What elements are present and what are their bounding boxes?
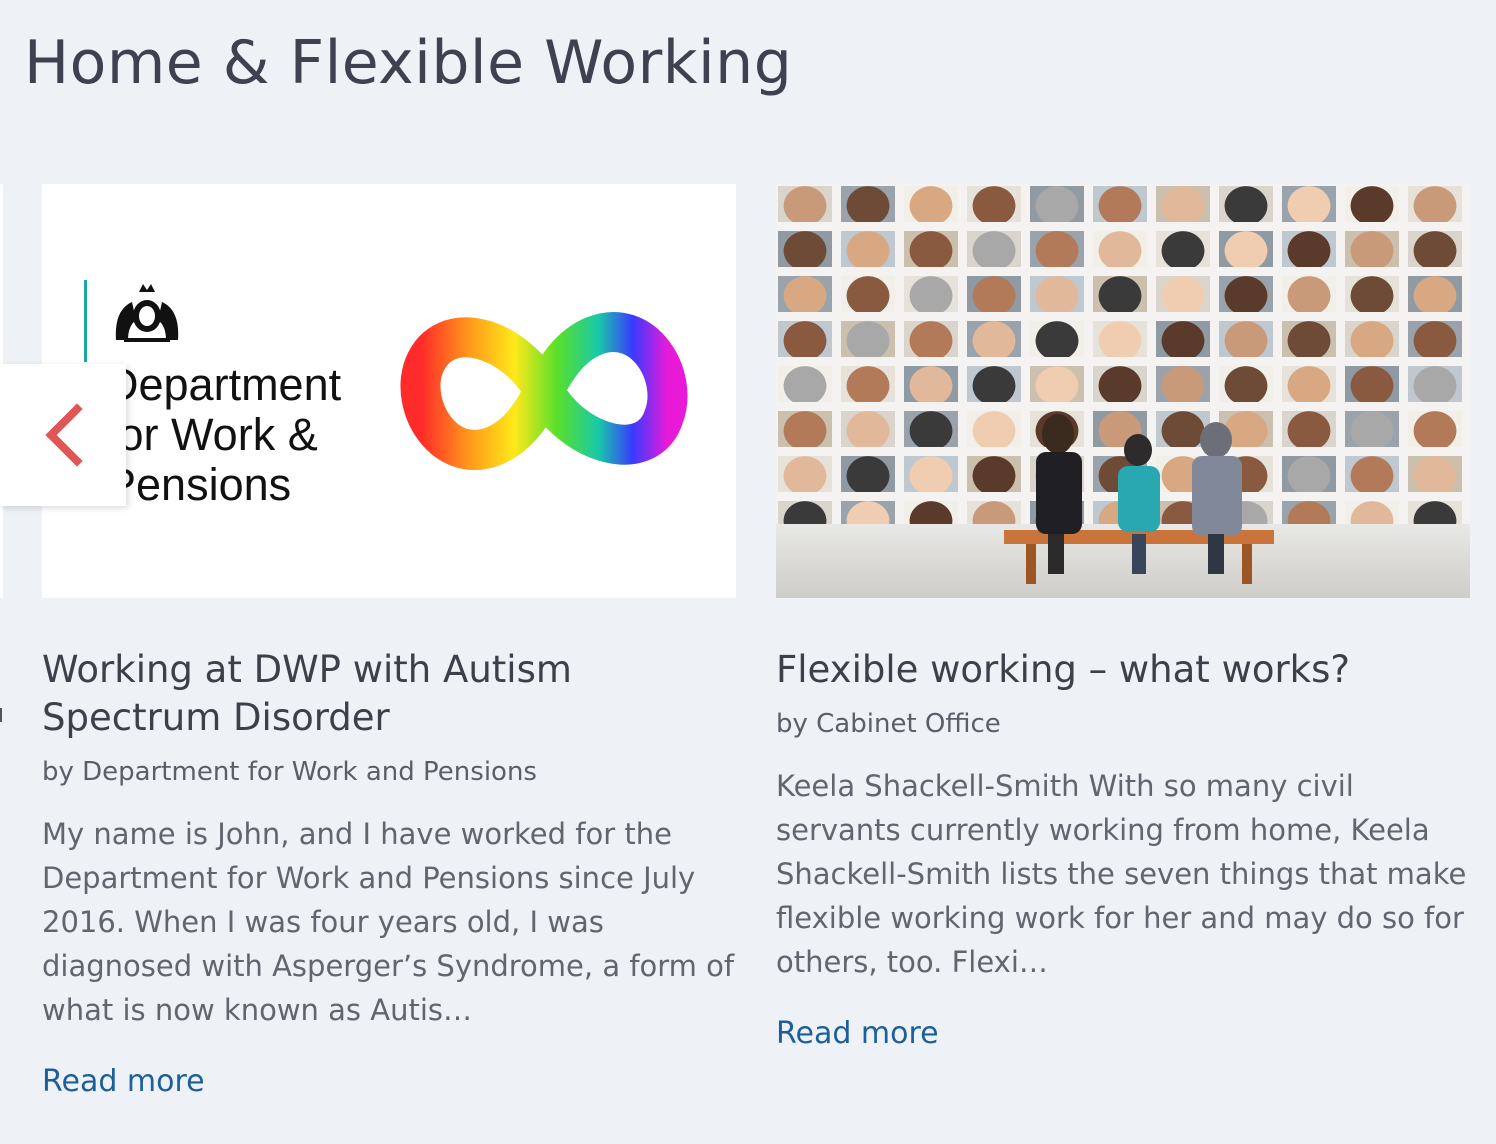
- article-thumbnail[interactable]: Department for Work & Pensions: [42, 184, 736, 598]
- face-photo-tile: [904, 366, 958, 402]
- face-photo-tile: [1156, 366, 1210, 402]
- face-photo-tile: [904, 231, 958, 267]
- face-photo-tile: [1282, 231, 1336, 267]
- face-photo-tile: [778, 411, 832, 447]
- face-photo-tile: [1219, 366, 1273, 402]
- face-photo-tile: [1030, 186, 1084, 222]
- face-photo-tile: [778, 186, 832, 222]
- face-photo-tile: [778, 231, 832, 267]
- face-photo-tile: [967, 231, 1021, 267]
- face-photo-tile: [778, 276, 832, 312]
- face-photo-tile: [1030, 321, 1084, 357]
- face-photo-tile: [1345, 456, 1399, 492]
- face-photo-tile: [1345, 186, 1399, 222]
- face-photo-tile: [1408, 366, 1462, 402]
- face-photo-tile: [778, 456, 832, 492]
- face-photo-tile: [778, 366, 832, 402]
- face-photo-tile: [778, 321, 832, 357]
- face-photo-tile: [841, 231, 895, 267]
- face-photo-tile: [1093, 366, 1147, 402]
- face-photo-tile: [967, 276, 1021, 312]
- face-photo-tile: [841, 411, 895, 447]
- chevron-left-icon: [45, 403, 83, 467]
- face-photo-tile: [841, 366, 895, 402]
- face-photo-tile: [1408, 456, 1462, 492]
- read-more-link[interactable]: Read more: [776, 1014, 939, 1054]
- face-photo-tile: [1030, 276, 1084, 312]
- face-photo-tile: [1282, 276, 1336, 312]
- face-photo-tile: [1282, 456, 1336, 492]
- face-photo-tile: [1030, 231, 1084, 267]
- people-on-bench-icon: [1004, 414, 1274, 584]
- face-photo-tile: [1093, 186, 1147, 222]
- face-photo-tile: [904, 276, 958, 312]
- face-photo-tile: [1282, 321, 1336, 357]
- face-photo-tile: [1408, 321, 1462, 357]
- face-photo-tile: [1156, 276, 1210, 312]
- article-excerpt: My name is John, and I have worked for t…: [42, 817, 735, 1027]
- face-photo-tile: [1282, 411, 1336, 447]
- article-card-dwp: Department for Work & Pensions Working a…: [42, 184, 736, 1102]
- face-photo-tile: [1345, 231, 1399, 267]
- face-photo-tile: [1408, 186, 1462, 222]
- face-photo-tile: [1156, 321, 1210, 357]
- previous-card-text-edge: [0, 708, 2, 722]
- infinity-icon: [400, 312, 688, 470]
- face-photo-tile: [1345, 411, 1399, 447]
- article-title[interactable]: Flexible working – what works?: [776, 646, 1470, 694]
- face-photo-tile: [967, 321, 1021, 357]
- face-photo-tile: [904, 186, 958, 222]
- face-photo-tile: [1156, 231, 1210, 267]
- dwp-logo-line: Pensions: [106, 459, 292, 510]
- face-photo-tile: [1219, 231, 1273, 267]
- article-thumbnail[interactable]: [776, 184, 1470, 598]
- face-photo-tile: [1093, 231, 1147, 267]
- face-photo-tile: [967, 366, 1021, 402]
- face-photo-tile: [841, 321, 895, 357]
- section-title: Home & Flexible Working: [24, 28, 793, 98]
- dwp-logo-text: Department for Work & Pensions: [106, 360, 341, 510]
- face-photo-tile: [1408, 411, 1462, 447]
- face-photo-tile: [1282, 186, 1336, 222]
- face-photo-tile: [904, 321, 958, 357]
- face-photo-tile: [1219, 276, 1273, 312]
- article-excerpt: Keela Shackell-Smith With so many civil …: [776, 769, 1467, 979]
- face-photo-tile: [1093, 276, 1147, 312]
- royal-crest-icon: [115, 284, 179, 342]
- dwp-logo-line: for Work &: [106, 409, 318, 460]
- face-photo-tile: [1345, 366, 1399, 402]
- face-photo-tile: [841, 186, 895, 222]
- face-photo-tile: [967, 186, 1021, 222]
- face-photo-tile: [1345, 276, 1399, 312]
- carousel-prev-button[interactable]: [0, 364, 126, 506]
- face-photo-tile: [1093, 321, 1147, 357]
- face-photo-tile: [841, 276, 895, 312]
- article-card-flexible-working: Flexible working – what works? by Cabine…: [776, 184, 1470, 1054]
- dwp-logo-line: Department: [106, 359, 342, 410]
- face-photo-tile: [1408, 231, 1462, 267]
- article-author: by Department for Work and Pensions: [42, 757, 537, 787]
- article-author: by Cabinet Office: [776, 709, 1001, 739]
- face-photo-tile: [1030, 366, 1084, 402]
- face-photo-tile: [904, 411, 958, 447]
- face-photo-tile: [1282, 366, 1336, 402]
- dwp-logo-bar: [84, 280, 87, 362]
- article-title[interactable]: Working at DWP with Autism Spectrum Diso…: [42, 646, 736, 742]
- face-photo-tile: [1219, 321, 1273, 357]
- face-photo-tile: [1408, 276, 1462, 312]
- face-photo-tile: [904, 456, 958, 492]
- face-photo-tile: [1345, 321, 1399, 357]
- read-more-link[interactable]: Read more: [42, 1062, 205, 1102]
- face-photo-tile: [1219, 186, 1273, 222]
- face-photo-tile: [841, 456, 895, 492]
- face-photo-tile: [1156, 186, 1210, 222]
